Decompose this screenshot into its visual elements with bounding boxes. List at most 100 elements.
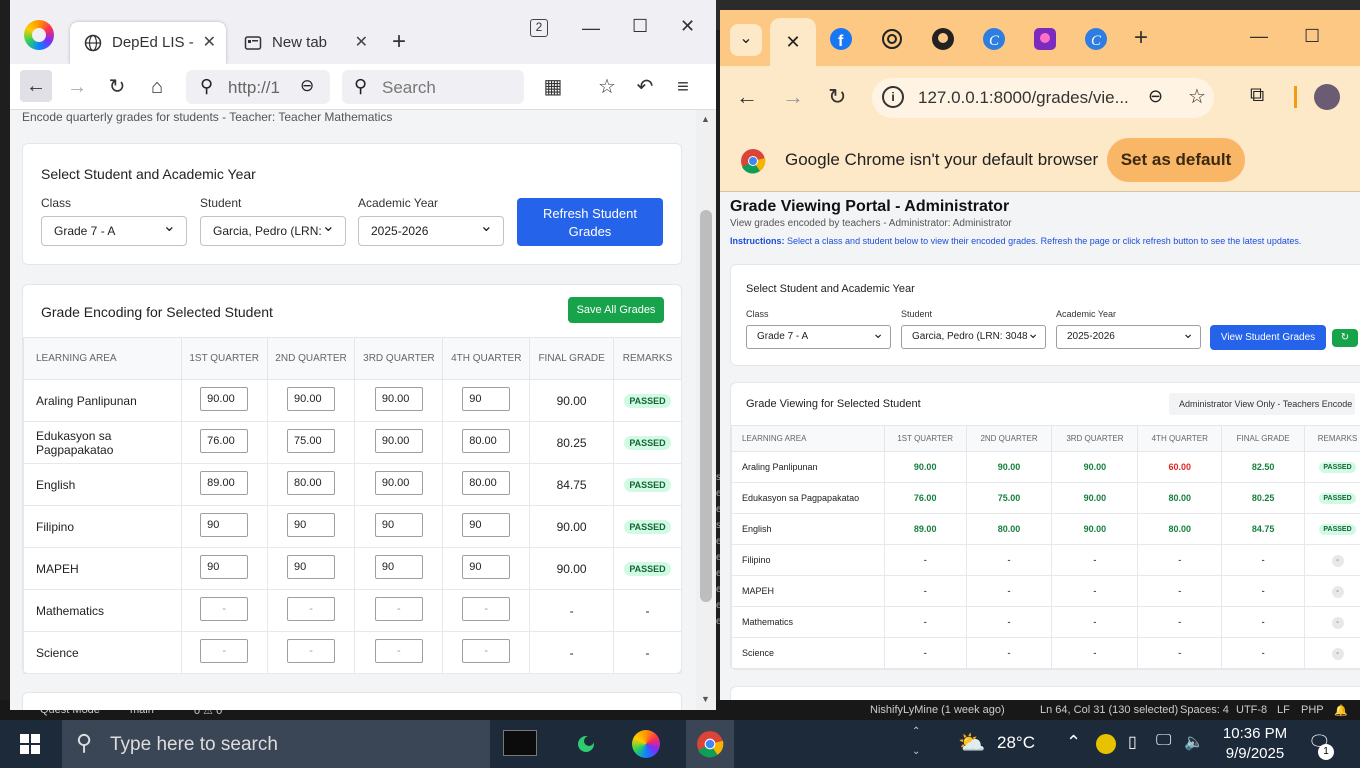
- close-tab-icon[interactable]: ✕: [203, 32, 216, 52]
- grade-input[interactable]: -: [374, 597, 423, 621]
- menu-icon[interactable]: ≡: [668, 74, 698, 100]
- grade-input[interactable]: 80.00: [287, 471, 336, 495]
- status-indentation[interactable]: Spaces: 4: [1180, 704, 1229, 716]
- grade-input[interactable]: 90: [200, 513, 249, 537]
- taskbar-search-input[interactable]: ⚲ Type here to search: [62, 720, 490, 768]
- grade-input[interactable]: 90: [462, 555, 511, 579]
- forward-arrow-icon[interactable]: →: [62, 74, 92, 100]
- grade-input[interactable]: 80.00: [462, 429, 511, 453]
- student-select[interactable]: Garcia, Pedro (LRN:: [200, 216, 346, 246]
- scrollbar[interactable]: ▲ ▼: [696, 110, 716, 710]
- grade-input[interactable]: -: [374, 639, 423, 663]
- status-cursor-position[interactable]: Ln 64, Col 31 (130 selected): [1040, 704, 1178, 716]
- class-select[interactable]: Grade 7 - A: [41, 213, 187, 246]
- network-icon[interactable]: 🖵: [1156, 732, 1171, 750]
- taskbar-scroll-icon[interactable]: ⌃ ⌄: [912, 722, 920, 762]
- grade-input[interactable]: -: [462, 597, 511, 621]
- grade-input[interactable]: -: [200, 597, 249, 621]
- refresh-icon[interactable]: ↻: [1332, 329, 1358, 347]
- tab-count-badge[interactable]: 2: [530, 19, 548, 37]
- tray-app-icon[interactable]: [1096, 734, 1116, 754]
- grade-input[interactable]: 90.00: [287, 387, 336, 411]
- academic-year-select[interactable]: 2025-2026: [358, 213, 504, 246]
- grade-input[interactable]: 90: [200, 555, 249, 579]
- zoom-out-icon[interactable]: ⊖: [300, 76, 314, 96]
- grade-input[interactable]: 75.00: [287, 429, 336, 453]
- windows-start-icon[interactable]: [20, 734, 40, 754]
- status-eol[interactable]: LF: [1277, 704, 1290, 716]
- openai-icon[interactable]: [877, 24, 907, 54]
- close-window-icon[interactable]: ✕: [680, 16, 695, 37]
- canva-icon[interactable]: C: [1081, 24, 1111, 54]
- minimize-icon[interactable]: —: [582, 18, 600, 39]
- close-tab-icon[interactable]: ✕: [355, 32, 368, 52]
- bookmark-star-icon[interactable]: ☆: [1188, 84, 1206, 109]
- tab-new-tab[interactable]: New tab ✕: [230, 22, 378, 64]
- grade-input[interactable]: -: [462, 639, 511, 663]
- search-input[interactable]: ⚲ Search: [342, 70, 524, 104]
- active-tab-close-icon[interactable]: ✕: [770, 18, 816, 66]
- grade-input[interactable]: 90: [287, 555, 336, 579]
- maximize-icon[interactable]: ☐: [632, 16, 648, 37]
- terminal-app-icon[interactable]: [503, 730, 537, 756]
- scroll-down-icon[interactable]: ▼: [701, 694, 710, 704]
- grade-input[interactable]: 90: [462, 513, 511, 537]
- grade-input[interactable]: 90.00: [374, 387, 423, 411]
- new-tab-button[interactable]: +: [1134, 24, 1148, 52]
- address-bar[interactable]: i 127.0.0.1:8000/grades/vie... ⊖ ☆: [872, 78, 1214, 118]
- zoom-icon[interactable]: ⊖: [1148, 86, 1163, 107]
- undo-icon[interactable]: ↶: [630, 74, 660, 100]
- reload-icon[interactable]: ↻: [828, 84, 846, 110]
- github-icon[interactable]: [928, 24, 958, 54]
- canva-icon[interactable]: C: [979, 24, 1009, 54]
- home-icon[interactable]: ⌂: [142, 74, 172, 100]
- url-bar[interactable]: ⚲ http://1 ⊖: [186, 70, 330, 104]
- facebook-icon[interactable]: f: [826, 24, 856, 54]
- chrome-taskbar-button[interactable]: [686, 720, 734, 768]
- extensions-icon[interactable]: ⧉: [1250, 84, 1264, 107]
- save-all-grades-button[interactable]: Save All Grades: [568, 297, 664, 323]
- volume-icon[interactable]: 🔈: [1184, 732, 1204, 752]
- refresh-student-grades-button[interactable]: Refresh Student Grades: [517, 198, 663, 246]
- firefox-taskbar-icon[interactable]: [632, 730, 660, 758]
- tray-device-icon[interactable]: ▯: [1128, 732, 1137, 752]
- forward-arrow-icon[interactable]: →: [782, 84, 804, 110]
- academic-year-select[interactable]: 2025-2026: [1056, 322, 1201, 349]
- grade-input[interactable]: 90: [374, 555, 423, 579]
- new-tab-button[interactable]: +: [392, 28, 406, 56]
- grade-input[interactable]: 90.00: [374, 471, 423, 495]
- back-arrow-icon[interactable]: ←: [736, 84, 758, 110]
- tray-chevron-icon[interactable]: ⌃: [1066, 732, 1081, 753]
- set-as-default-button[interactable]: Set as default: [1107, 138, 1245, 182]
- class-select[interactable]: Grade 7 - A: [746, 322, 891, 349]
- app-icon[interactable]: [565, 726, 607, 762]
- back-arrow-icon[interactable]: ←: [20, 70, 52, 102]
- scrollbar-thumb[interactable]: [700, 210, 712, 602]
- grade-input[interactable]: 76.00: [200, 429, 249, 453]
- scroll-up-icon[interactable]: ▲: [701, 114, 710, 124]
- tab-deped-lis[interactable]: DepEd LIS - ✕: [70, 22, 226, 64]
- profile-avatar[interactable]: [1314, 84, 1340, 110]
- maximize-icon[interactable]: ☐: [1304, 26, 1320, 47]
- grade-input[interactable]: 90.00: [200, 387, 249, 411]
- bell-icon[interactable]: 🔔: [1334, 704, 1348, 717]
- view-student-grades-button[interactable]: View Student Grades: [1210, 325, 1326, 350]
- status-language[interactable]: PHP: [1301, 704, 1324, 716]
- extensions-grid-icon[interactable]: ▦: [538, 74, 568, 100]
- grade-input[interactable]: 90: [374, 513, 423, 537]
- grade-input[interactable]: -: [200, 639, 249, 663]
- grade-input[interactable]: -: [287, 597, 336, 621]
- student-select[interactable]: Garcia, Pedro (LRN: 3048: [901, 325, 1046, 349]
- minimize-icon[interactable]: —: [1250, 26, 1268, 47]
- clock[interactable]: 10:36 PM 9/9/2025: [1220, 724, 1290, 764]
- grade-input[interactable]: 80.00: [462, 471, 511, 495]
- grade-input[interactable]: 90: [287, 513, 336, 537]
- temperature[interactable]: 28°C: [997, 733, 1035, 753]
- status-git-blame[interactable]: NishifyLyMine (1 week ago): [870, 704, 1005, 716]
- site-info-icon[interactable]: i: [882, 86, 904, 108]
- firefox-logo-icon[interactable]: [24, 20, 54, 50]
- grade-input[interactable]: 90.00: [374, 429, 423, 453]
- bookmarks-icon[interactable]: ☆: [592, 74, 622, 100]
- grade-input[interactable]: 89.00: [200, 471, 249, 495]
- tab-search-icon[interactable]: ⌄: [730, 24, 762, 56]
